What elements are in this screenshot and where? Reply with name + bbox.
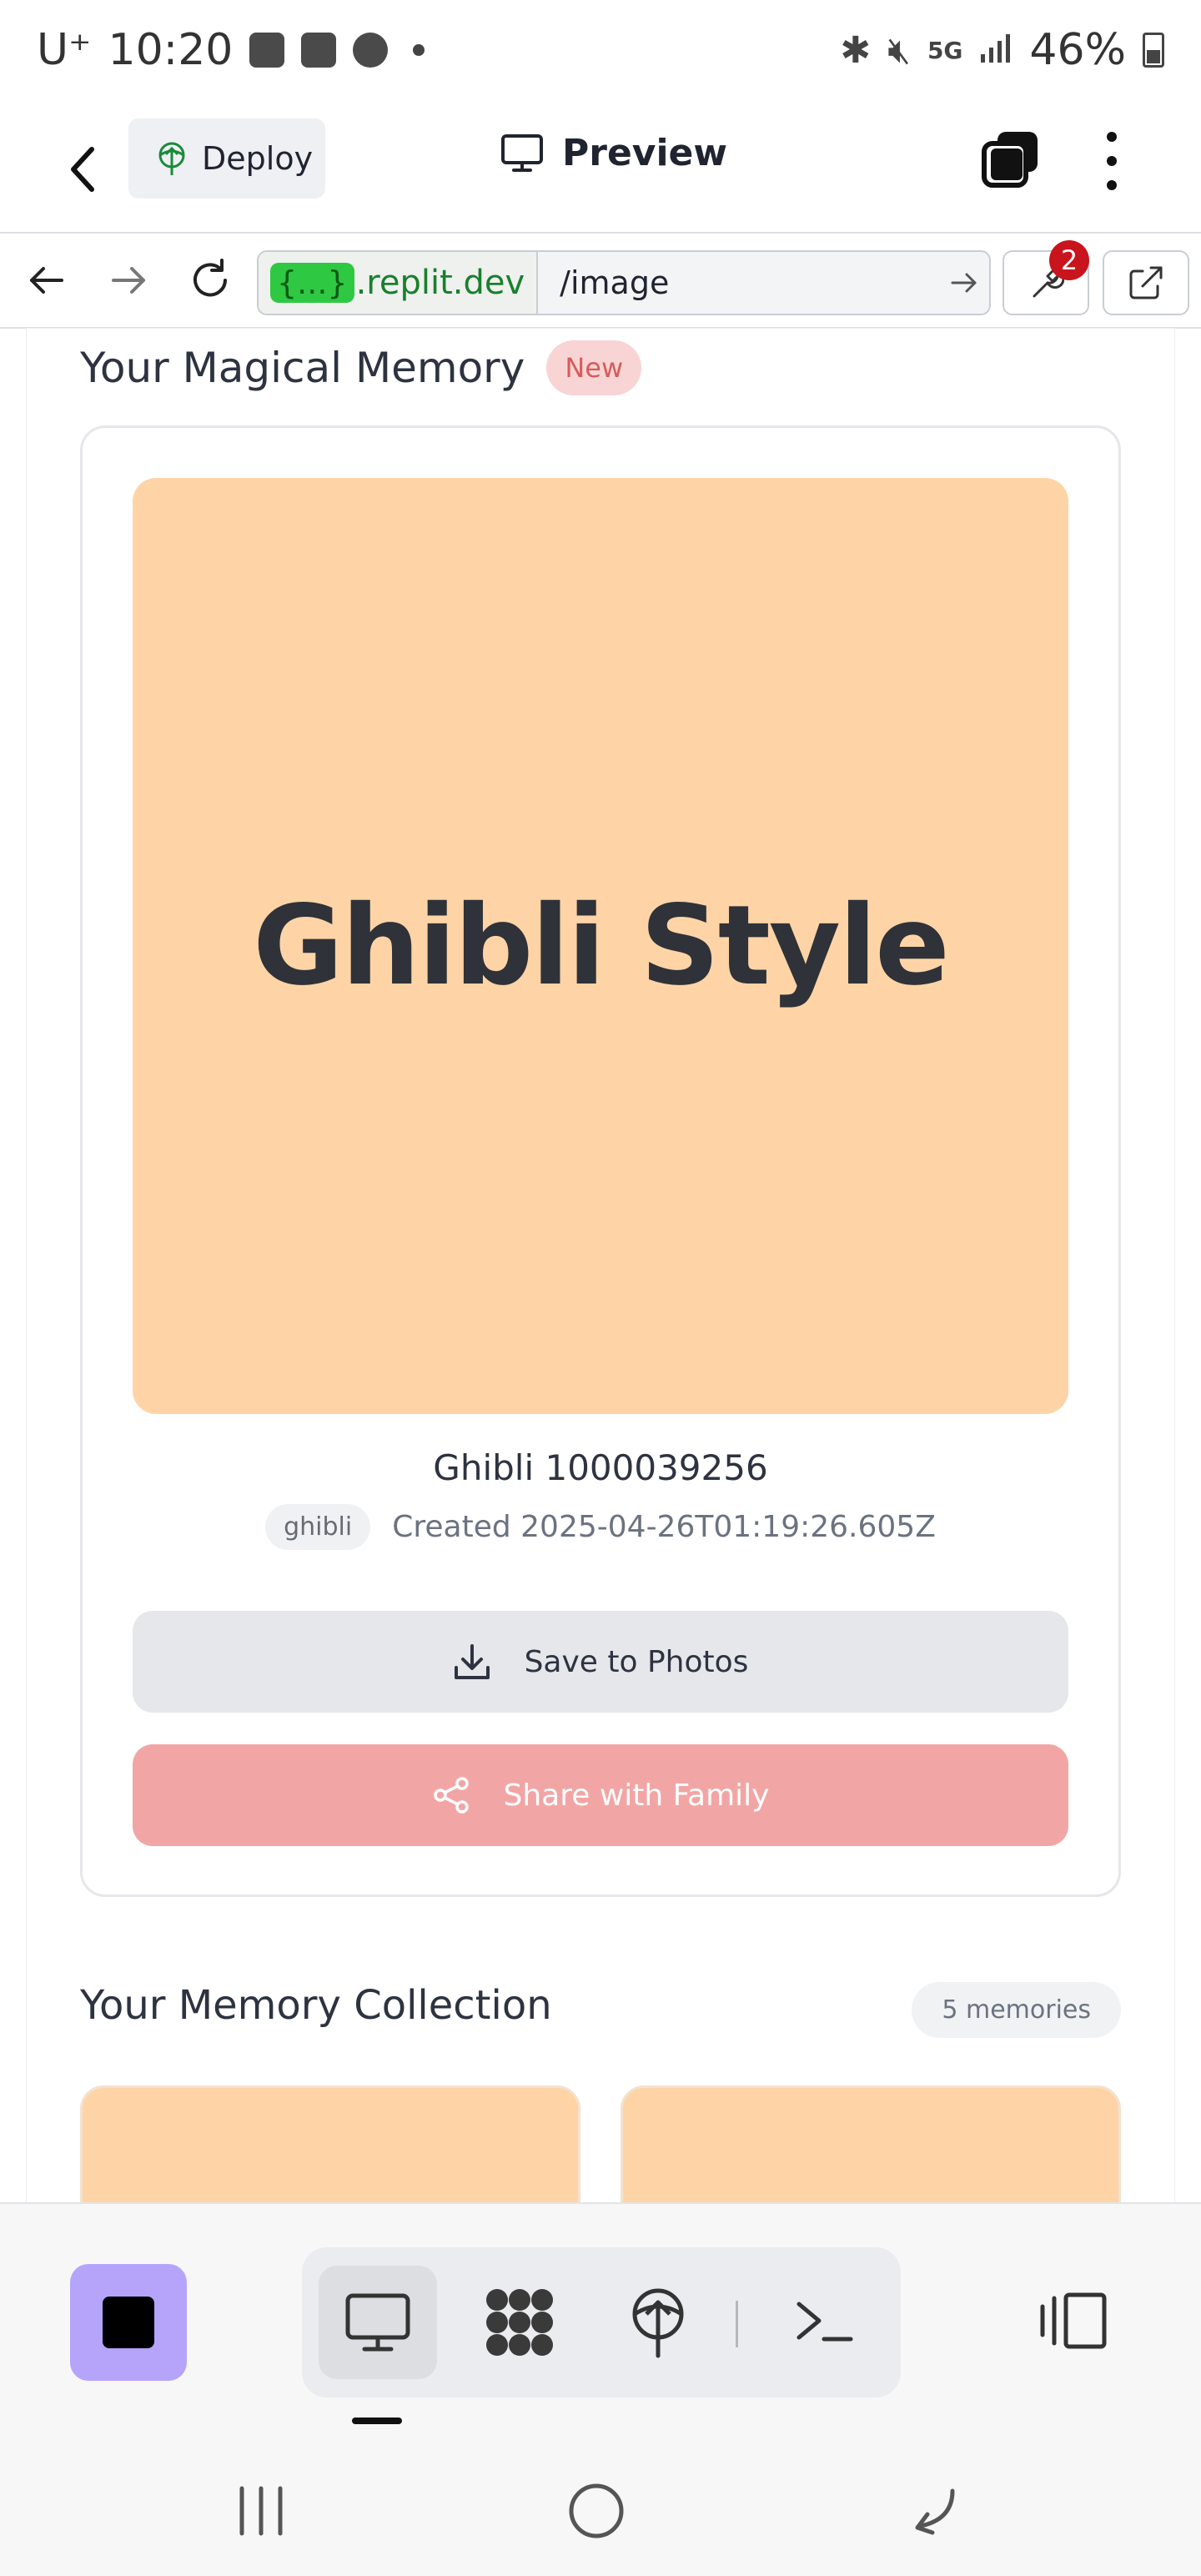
chevron-left-icon [71, 147, 94, 192]
bluetooth-icon: ✱ [840, 28, 872, 72]
created-timestamp: Created 2025-04-26T01:19:26.605Z [392, 1510, 936, 1544]
back-button[interactable] [55, 132, 108, 207]
memory-title: Ghibli 1000039256 [433, 1447, 768, 1488]
battery-percent: 46% [1029, 25, 1126, 75]
battery-icon [1143, 33, 1164, 68]
kebab-dot [1107, 180, 1117, 190]
pay-app-icon [249, 33, 285, 68]
deploy-label: Deploy [202, 140, 314, 177]
system-navigation-bar [0, 2444, 1201, 2576]
app-header: Deploy Preview [0, 107, 1201, 234]
save-label: Save to Photos [524, 1644, 749, 1679]
devtools-badge: 2 [1049, 240, 1089, 280]
workflow-icon [486, 2289, 553, 2356]
save-to-photos-button[interactable]: Save to Photos [133, 1611, 1068, 1713]
kebab-dot [1107, 132, 1117, 142]
tab-preview[interactable] [319, 2266, 437, 2379]
more-notifications-icon [413, 44, 425, 56]
url-host-chip: {...} [270, 263, 354, 303]
url-host: {...} .replit.dev [259, 252, 539, 314]
signal-icon [979, 25, 1013, 75]
tab-divider [736, 2301, 738, 2347]
section-title: Your Magical Memory [80, 344, 525, 392]
stop-button[interactable] [70, 2264, 187, 2381]
share-icon [433, 1777, 469, 1814]
collection-title: Your Memory Collection [80, 1982, 552, 2029]
deploy-icon [158, 142, 185, 175]
desktop-preview-icon [345, 2293, 410, 2352]
home-button[interactable] [559, 2478, 634, 2544]
arrow-left-icon [30, 267, 63, 294]
clock: 10:20 [108, 25, 234, 75]
new-badge: New [546, 340, 642, 395]
5g-icon: 5G [927, 36, 963, 64]
download-icon [454, 1644, 490, 1679]
tab-shell[interactable] [766, 2266, 884, 2379]
preview-label: Preview [562, 132, 728, 174]
wallet-app-icon [301, 33, 337, 68]
url-field[interactable]: {...} .replit.dev /image [257, 250, 991, 315]
deploy-button[interactable]: Deploy [128, 118, 325, 199]
open-external-button[interactable] [1103, 250, 1189, 315]
recent-apps-icon [239, 2486, 283, 2536]
url-go-button[interactable] [939, 271, 989, 294]
workspace-toolbar [0, 2202, 1201, 2444]
url-bar: {...} .replit.dev /image 2 [0, 234, 1201, 329]
home-icon [569, 2483, 624, 2538]
arrow-right-icon [951, 273, 977, 293]
devtools-button[interactable]: 2 [1003, 240, 1089, 315]
active-tab-indicator [352, 2418, 402, 2424]
arrow-right-icon [112, 267, 145, 294]
share-label: Share with Family [503, 1778, 770, 1813]
workspace-tabs [302, 2247, 901, 2397]
tab-deployments[interactable] [599, 2266, 717, 2379]
chat-app-icon [353, 33, 389, 68]
recent-apps-button[interactable] [224, 2478, 299, 2544]
browser-back-button[interactable] [23, 257, 70, 304]
memory-image[interactable]: Ghibli Style [133, 478, 1068, 1414]
collection-thumbnail[interactable] [80, 2085, 580, 2202]
system-back-button[interactable] [894, 2478, 969, 2544]
memory-section-header: Your Magical Memory New [80, 340, 642, 395]
memory-count-badge: 5 memories [912, 1982, 1121, 2038]
url-host-domain: .replit.dev [355, 264, 525, 302]
stacked-pages-icon [982, 132, 1038, 188]
browser-forward-button[interactable] [105, 257, 152, 304]
memory-card: Ghibli Style Ghibli 1000039256 ghibli Cr… [80, 425, 1121, 1897]
reload-icon [193, 259, 227, 297]
external-link-icon [1129, 266, 1163, 299]
memory-image-text: Ghibli Style [253, 882, 949, 1010]
carrier-label: U⁺ [37, 25, 92, 75]
tabs-button[interactable] [981, 130, 1039, 189]
url-path-input[interactable]: /image [538, 264, 939, 301]
tab-workflows[interactable] [460, 2266, 579, 2379]
status-bar: U⁺ 10:20 ✱ 🔇︎ 5G 46% [0, 0, 1201, 107]
collection-thumbnail[interactable] [621, 2085, 1121, 2202]
back-gesture-icon [915, 2488, 955, 2535]
layout-toggle-button[interactable] [1033, 2279, 1116, 2362]
more-options-button[interactable] [1099, 132, 1124, 190]
style-tag: ghibli [265, 1504, 371, 1550]
preview-content[interactable]: Your Magical Memory New Ghibli Style Ghi… [27, 329, 1174, 2202]
split-layout-icon [1040, 2292, 1107, 2349]
memory-meta: ghibli Created 2025-04-26T01:19:26.605Z [83, 1504, 1118, 1550]
reload-button[interactable] [187, 257, 234, 304]
preview-title[interactable]: Preview [500, 132, 727, 174]
share-with-family-button[interactable]: Share with Family [133, 1744, 1068, 1846]
shell-icon [796, 2302, 853, 2342]
kebab-dot [1107, 156, 1117, 166]
stop-icon [103, 2297, 154, 2348]
deploy-icon [632, 2288, 684, 2358]
mute-icon: 🔇︎ [887, 28, 911, 72]
monitor-icon [501, 133, 543, 172]
